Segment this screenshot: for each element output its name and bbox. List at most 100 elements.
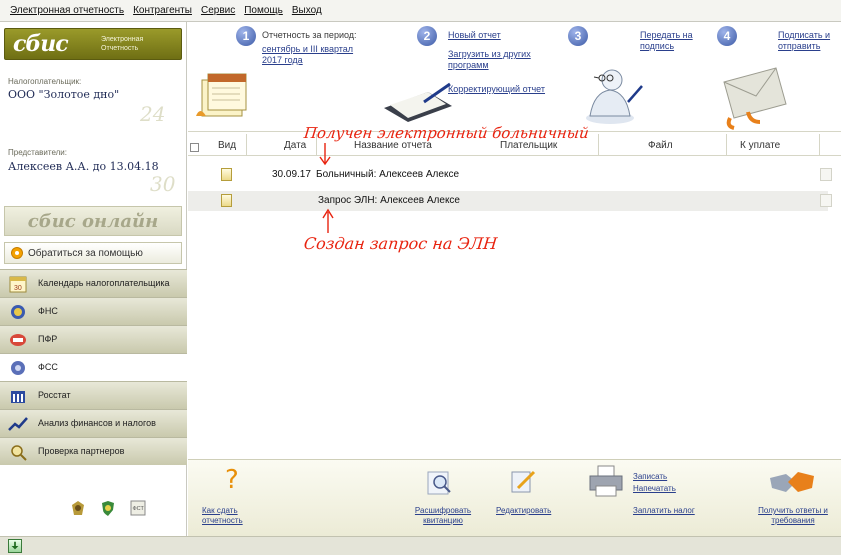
sidebar: сбис Электронная Отчетность Налогоплател… bbox=[0, 22, 187, 536]
help-button-label: Обратиться за помощью bbox=[28, 247, 143, 259]
steps-panel: 1 Отчетность за период: сентябрь и III к… bbox=[188, 22, 841, 132]
representative-label: Представители: bbox=[8, 148, 67, 157]
new-report-link[interactable]: Новый отчет bbox=[448, 30, 501, 41]
col-file[interactable]: Файл bbox=[648, 140, 673, 151]
load-programs-line2[interactable]: программ bbox=[448, 60, 489, 71]
sidebar-badges: ФСТ bbox=[70, 500, 146, 516]
person-glasses-illustration-icon bbox=[586, 69, 643, 124]
menu-item-contractors[interactable]: Контрагенты bbox=[133, 5, 192, 16]
row-report-name: Запрос ЭЛН: Алексеев Алексе bbox=[318, 195, 460, 206]
sidebar-item-fns[interactable]: ФНС bbox=[0, 297, 187, 325]
write-button-label[interactable]: Записать bbox=[633, 472, 667, 482]
howto-line2[interactable]: отчетность bbox=[202, 516, 243, 526]
step1-period-line2[interactable]: 2017 года bbox=[262, 55, 303, 66]
magnifier-receipt-icon[interactable] bbox=[426, 470, 454, 496]
printer-icon[interactable] bbox=[588, 464, 624, 498]
shield-icon[interactable] bbox=[100, 500, 116, 516]
step1-period-line1[interactable]: сентябрь и III квартал bbox=[262, 44, 353, 55]
annotation-received-sick-leave: Получен электронный больничный bbox=[303, 124, 590, 142]
svg-text:ФСТ: ФСТ bbox=[133, 506, 145, 512]
col-divider bbox=[598, 134, 599, 156]
rosstat-icon bbox=[11, 390, 25, 403]
send-to-sign-line1[interactable]: Передать на bbox=[640, 30, 693, 41]
menu-item-exit[interactable]: Выход bbox=[292, 5, 322, 16]
annotation-created-eln-request: Создан запрос на ЭЛН bbox=[303, 234, 499, 253]
sidebar-item-label: Анализ финансов и налогов bbox=[38, 418, 156, 428]
sidebar-item-rosstat[interactable]: Росстат bbox=[0, 381, 187, 409]
step-number-4: 4 bbox=[717, 26, 737, 46]
logo-sub-text: Электронная Отчетность bbox=[101, 36, 144, 52]
magnifier-icon bbox=[11, 444, 27, 461]
select-all-checkbox[interactable] bbox=[190, 143, 199, 152]
fns-emblem-icon bbox=[11, 304, 25, 319]
answers-line1[interactable]: Получить ответы и bbox=[748, 506, 838, 516]
sign-send-line1[interactable]: Подписать и bbox=[778, 30, 830, 41]
taxpayer-label: Налогоплательщик: bbox=[8, 77, 82, 86]
sbis-logo: сбис Электронная Отчетность bbox=[4, 28, 182, 60]
status-bar bbox=[0, 536, 841, 555]
menu-item-reporting[interactable]: Электронная отчетность bbox=[10, 5, 124, 16]
sidebar-item-label: Росстат bbox=[38, 390, 71, 400]
pay-tax-button-label[interactable]: Заплатить налог bbox=[633, 506, 695, 516]
sign-send-line2[interactable]: отправить bbox=[778, 41, 820, 52]
svg-text:30: 30 bbox=[14, 285, 22, 292]
watermark-number-icon: 30 bbox=[150, 172, 176, 196]
print-button-label[interactable]: Напечатать bbox=[633, 484, 676, 494]
table-row[interactable]: Запрос ЭЛН: Алексеев Алексе bbox=[188, 191, 832, 211]
sidebar-item-label: Календарь налогоплательщика bbox=[38, 278, 170, 288]
annotation-arrow-up-icon bbox=[322, 208, 334, 233]
col-divider bbox=[726, 134, 727, 156]
help-button[interactable]: Обратиться за помощью bbox=[4, 242, 182, 264]
annotation-arrow-down-icon bbox=[319, 143, 331, 166]
decode-line1[interactable]: Расшифровать bbox=[414, 506, 472, 516]
logo-main-text: сбис bbox=[13, 31, 69, 57]
correct-report-link[interactable]: Корректирующий отчет bbox=[448, 84, 545, 95]
payment-doc-icon[interactable] bbox=[820, 194, 832, 207]
payment-doc-icon[interactable] bbox=[820, 168, 832, 181]
handshake-icon[interactable] bbox=[768, 468, 816, 496]
document-icon bbox=[221, 168, 232, 181]
edit-pencil-icon[interactable] bbox=[510, 468, 536, 494]
step1-label: Отчетность за период: bbox=[262, 30, 357, 40]
edit-button-label[interactable]: Редактировать bbox=[496, 506, 551, 516]
sidebar-item-label: Проверка партнеров bbox=[38, 446, 125, 456]
pfr-emblem-icon bbox=[10, 333, 26, 346]
svg-text:?: ? bbox=[225, 466, 239, 492]
sidebar-item-partners[interactable]: Проверка партнеров bbox=[0, 437, 187, 465]
representative-name[interactable]: Алексеев А.А. до 13.04.18 bbox=[8, 160, 159, 173]
menu-item-help[interactable]: Помощь bbox=[244, 5, 283, 16]
row-report-name: Больничный: Алексеев Алексе bbox=[316, 169, 460, 180]
taxpayer-name[interactable]: ООО "Золотое дно" bbox=[8, 88, 119, 101]
fst-icon[interactable]: ФСТ bbox=[130, 500, 146, 516]
lifebuoy-icon bbox=[11, 247, 23, 259]
row-date: 30.09.17 bbox=[272, 169, 311, 180]
sidebar-nav: 30 Календарь налогоплательщика ФНС ПФР Ф… bbox=[0, 269, 187, 465]
question-mark-icon[interactable]: ? bbox=[224, 466, 242, 492]
sbis-online-logo: сбис онлайн bbox=[27, 210, 159, 232]
sidebar-item-calendar[interactable]: 30 Календарь налогоплательщика bbox=[0, 269, 187, 297]
menu-item-service[interactable]: Сервис bbox=[201, 5, 235, 16]
envelope-illustration-icon bbox=[723, 67, 787, 130]
howto-line1[interactable]: Как сдать bbox=[202, 506, 238, 516]
col-type[interactable]: Вид bbox=[218, 140, 236, 151]
emblem-icon[interactable] bbox=[70, 500, 86, 516]
step-number-3: 3 bbox=[568, 26, 588, 46]
calendar-icon: 30 bbox=[9, 276, 27, 292]
decode-line2[interactable]: квитанцию bbox=[414, 516, 472, 526]
sidebar-item-label: ФНС bbox=[38, 306, 58, 316]
sidebar-item-pfr[interactable]: ПФР bbox=[0, 325, 187, 353]
sidebar-item-analysis[interactable]: Анализ финансов и налогов bbox=[0, 409, 187, 437]
download-icon[interactable] bbox=[8, 539, 22, 553]
sbis-online-button[interactable]: сбис онлайн bbox=[4, 206, 182, 236]
sidebar-item-label: ФСС bbox=[38, 362, 58, 372]
send-to-sign-line2[interactable]: подпись bbox=[640, 41, 674, 52]
col-divider bbox=[246, 134, 247, 156]
load-programs-line1[interactable]: Загрузить из других bbox=[448, 49, 531, 60]
bottom-toolbar: ? Как сдать отчетность Расшифровать квит… bbox=[188, 459, 841, 536]
table-row[interactable]: 30.09.17 Больничный: Алексеев Алексе bbox=[188, 165, 832, 185]
answers-line2[interactable]: требования bbox=[748, 516, 838, 526]
col-to-pay[interactable]: К уплате bbox=[740, 140, 780, 151]
folder-pen-illustration-icon bbox=[384, 82, 452, 122]
document-icon bbox=[221, 194, 232, 207]
sidebar-item-fss[interactable]: ФСС bbox=[0, 353, 187, 381]
